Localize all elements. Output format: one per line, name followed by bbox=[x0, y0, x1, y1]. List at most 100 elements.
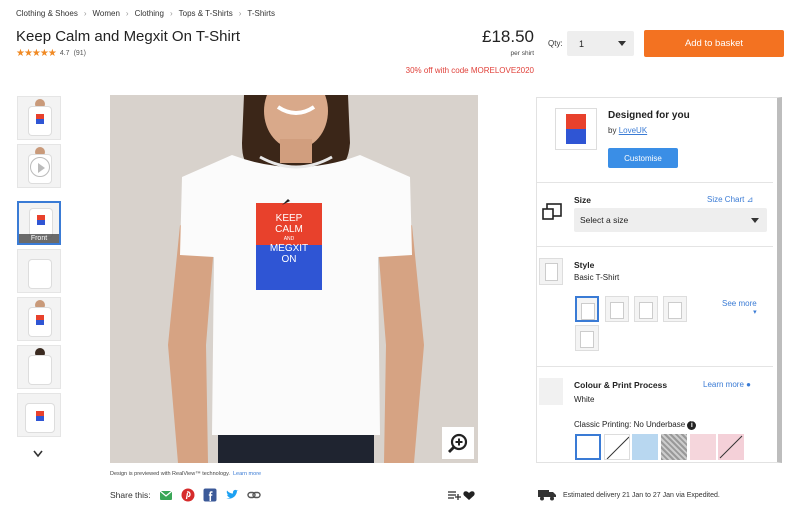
qty-value: 1 bbox=[579, 38, 585, 49]
add-to-list-icon[interactable] bbox=[447, 489, 477, 501]
style-option[interactable] bbox=[575, 325, 599, 351]
chevron-right-icon: › bbox=[83, 9, 87, 18]
style-thumbnail bbox=[539, 258, 563, 285]
share-label: Share this: bbox=[110, 490, 151, 500]
thumbnail-model-2[interactable] bbox=[17, 297, 61, 341]
slash-icon bbox=[719, 435, 743, 459]
thumbnail-video[interactable] bbox=[17, 144, 61, 188]
price-unit: per shirt bbox=[510, 50, 534, 57]
style-option[interactable] bbox=[605, 296, 629, 322]
preview-note: Design is previewed with RealView™ techn… bbox=[110, 471, 261, 477]
chevron-right-icon: › bbox=[125, 9, 129, 18]
style-option[interactable] bbox=[634, 296, 658, 322]
colour-swatch-unavailable[interactable] bbox=[604, 434, 630, 460]
designer-prefix: by bbox=[608, 126, 617, 135]
breadcrumb-item[interactable]: Tops & T-Shirts bbox=[179, 9, 233, 18]
divider bbox=[537, 182, 773, 183]
thumbnail-model-back[interactable] bbox=[17, 345, 61, 389]
main-product-image: KEEP CALM AND MEGXIT ON bbox=[110, 95, 478, 463]
colour-swatch-white[interactable] bbox=[575, 434, 601, 460]
colour-thumbnail bbox=[539, 378, 563, 405]
caret-down-icon bbox=[618, 41, 626, 46]
size-chart-label: Size Chart bbox=[707, 195, 745, 204]
style-option[interactable] bbox=[575, 296, 599, 322]
learn-more-link[interactable]: Learn more bbox=[233, 471, 261, 477]
style-value: Basic T-Shirt bbox=[574, 273, 620, 282]
rating-value: 4.7 bbox=[59, 50, 70, 57]
style-option[interactable] bbox=[663, 296, 687, 322]
facebook-icon[interactable] bbox=[203, 488, 217, 502]
colour-swatch-pink[interactable] bbox=[690, 434, 716, 460]
design-line: MEGXIT bbox=[269, 243, 309, 254]
breadcrumb-item[interactable]: T-Shirts bbox=[247, 9, 275, 18]
colour-value: White bbox=[574, 395, 595, 404]
thumbnail-back[interactable] bbox=[17, 249, 61, 293]
size-select[interactable]: Select a size bbox=[574, 208, 767, 232]
size-select-value: Select a size bbox=[580, 215, 629, 225]
preview-note-text: Design is previewed with RealView™ techn… bbox=[110, 471, 230, 477]
zoom-button[interactable] bbox=[442, 427, 474, 459]
delivery-info: Estimated delivery 21 Jan to 27 Jan via … bbox=[537, 489, 720, 501]
colour-label: Colour & Print Process bbox=[574, 380, 668, 390]
size-label: Size bbox=[574, 195, 592, 205]
design-line: KEEP bbox=[275, 213, 303, 224]
link-icon[interactable] bbox=[246, 488, 261, 502]
chevron-down-icon: ▾ bbox=[753, 309, 757, 316]
colour-swatch-heather[interactable] bbox=[661, 434, 687, 460]
colour-learn-more-link[interactable]: Learn more ● bbox=[703, 380, 751, 389]
play-icon bbox=[30, 157, 50, 177]
thumbnail-label: Front bbox=[19, 234, 59, 243]
customise-button[interactable]: Customise bbox=[608, 148, 678, 168]
learn-more-label: Learn more bbox=[703, 380, 744, 389]
slash-icon bbox=[606, 436, 629, 459]
rating-count: (91) bbox=[73, 50, 87, 57]
design-line: CALM bbox=[275, 224, 303, 235]
promo-text: 30% off with code MORELOVE2020 bbox=[405, 66, 534, 75]
pinterest-icon[interactable] bbox=[181, 488, 195, 502]
zoom-in-icon bbox=[448, 433, 468, 453]
delivery-text: Estimated delivery 21 Jan to 27 Jan via … bbox=[563, 491, 720, 499]
size-chart-link[interactable]: Size Chart ⊿ bbox=[707, 195, 753, 204]
water-drop-icon: ● bbox=[746, 380, 751, 389]
design-text-top: KEEP CALM AND MEGXIT ON bbox=[256, 213, 322, 265]
thumbnail-front[interactable]: Front bbox=[17, 201, 61, 245]
designed-for-you-title: Designed for you bbox=[608, 110, 690, 121]
share-bar: Share this: bbox=[110, 488, 261, 502]
design-line: ON bbox=[281, 254, 297, 265]
colour-swatch-light-blue[interactable] bbox=[632, 434, 658, 460]
breadcrumb-item[interactable]: Clothing & Shoes bbox=[16, 9, 78, 18]
divider bbox=[537, 366, 773, 367]
thumbnail-flat[interactable] bbox=[17, 393, 61, 437]
designer-link[interactable]: LoveUK bbox=[619, 126, 647, 135]
ruler-icon: ⊿ bbox=[746, 195, 754, 204]
chevron-right-icon: › bbox=[238, 9, 242, 18]
see-more-label: See more bbox=[722, 299, 757, 308]
thumbnail-model-front[interactable] bbox=[17, 96, 61, 140]
breadcrumb: Clothing & Shoes › Women › Clothing › To… bbox=[16, 9, 275, 18]
product-price: £18.50 bbox=[482, 27, 534, 46]
qty-select[interactable]: 1 bbox=[567, 31, 634, 56]
twitter-icon[interactable] bbox=[225, 488, 239, 502]
qty-label: Qty: bbox=[548, 39, 563, 48]
breadcrumb-item[interactable]: Women bbox=[93, 9, 120, 18]
colour-swatch-pink-unavailable[interactable] bbox=[718, 434, 744, 460]
divider bbox=[537, 246, 773, 247]
chevron-down-icon[interactable] bbox=[32, 450, 44, 458]
email-icon[interactable] bbox=[159, 488, 173, 502]
product-rating[interactable]: ★★★★★ 4.7 (91) bbox=[16, 48, 86, 59]
breadcrumb-item[interactable]: Clothing bbox=[135, 9, 164, 18]
chevron-right-icon: › bbox=[169, 9, 173, 18]
star-rating-icon: ★★★★★ bbox=[16, 48, 57, 59]
style-label: Style bbox=[574, 260, 595, 270]
designer-credit: by LoveUK bbox=[608, 126, 647, 135]
size-icon bbox=[542, 203, 562, 220]
truck-icon bbox=[538, 490, 556, 501]
see-more-link[interactable]: See more ▾ bbox=[722, 299, 757, 316]
printing-text: Classic Printing: No Underbase bbox=[574, 420, 686, 429]
add-to-basket-button[interactable]: Add to basket bbox=[644, 30, 784, 57]
model-tshirt-illustration bbox=[110, 95, 478, 463]
design-line: AND bbox=[283, 236, 295, 242]
design-thumbnail[interactable] bbox=[555, 108, 597, 150]
info-icon[interactable]: i bbox=[687, 421, 697, 430]
product-title: Keep Calm and Megxit On T-Shirt bbox=[16, 28, 240, 45]
